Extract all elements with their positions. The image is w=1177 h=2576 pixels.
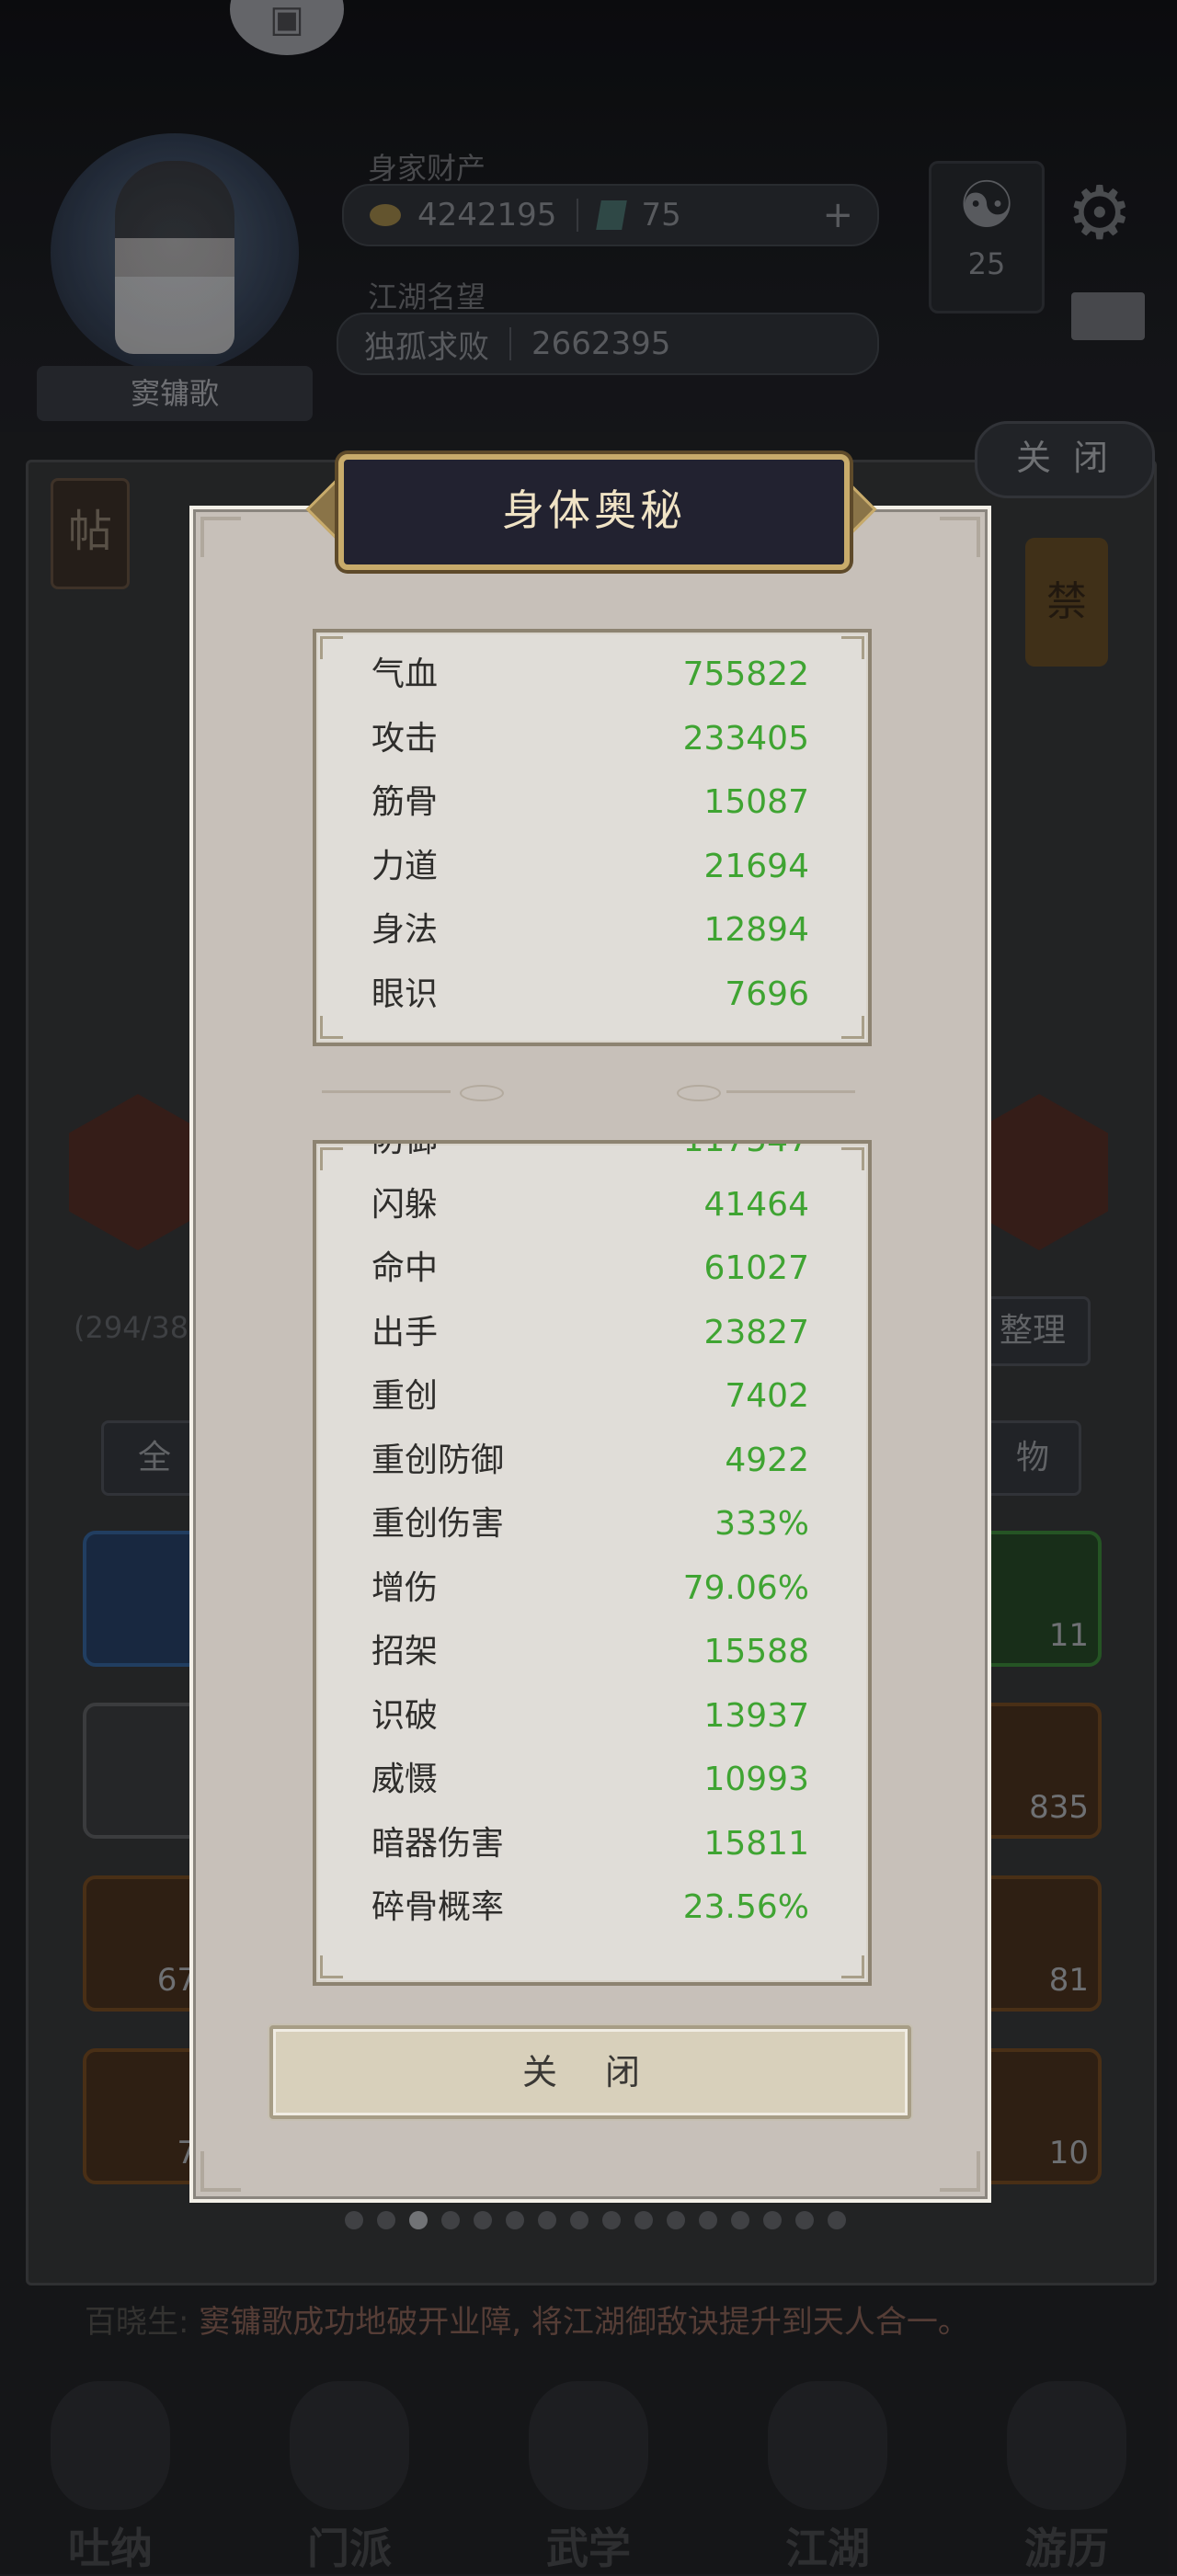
stat-name: 暗器伤害: [371, 1824, 505, 1863]
stat-value: 12894: [703, 911, 809, 949]
stat-value: 117547: [682, 1140, 809, 1159]
stat-value: 755822: [682, 655, 809, 693]
stat-value: 15588: [703, 1633, 809, 1670]
stat-row: 力道 21694: [316, 835, 868, 899]
stat-row: 闪躲 41464: [316, 1173, 868, 1237]
stat-value: 15087: [703, 783, 809, 821]
stat-name: 重创伤害: [371, 1505, 505, 1543]
stat-row: 气血 755822: [316, 643, 868, 707]
stat-row: 防御 117547: [316, 1140, 868, 1173]
stat-value: 61027: [703, 1249, 809, 1287]
stat-name: 识破: [371, 1696, 439, 1735]
frame-corner: [841, 1955, 864, 1978]
stat-row: 碎骨概率 23.56%: [316, 1875, 868, 1940]
stat-value: 7696: [725, 975, 809, 1013]
frame-corner: [320, 1955, 343, 1978]
frame-corner: [940, 2151, 980, 2192]
stat-name: 闪躲: [371, 1185, 439, 1224]
stat-value: 79.06%: [682, 1568, 809, 1607]
frame-corner: [200, 2151, 241, 2192]
stat-value: 41464: [703, 1185, 809, 1224]
primary-stats-panel: 气血 755822 攻击 233405 筋骨 15087 力道 21694 身法 12894 眼识 7…: [313, 629, 872, 1046]
stat-value: 233405: [682, 719, 809, 758]
frame-corner: [320, 636, 343, 659]
stat-row: 出手 23827: [316, 1301, 868, 1365]
frame-corner: [320, 1147, 343, 1170]
stat-name: 攻击: [371, 719, 439, 758]
stat-value: 23.56%: [682, 1888, 809, 1926]
stat-row: 暗器伤害 15811: [316, 1812, 868, 1876]
section-divider: [322, 1085, 855, 1101]
stat-value: 10993: [703, 1761, 809, 1798]
stat-name: 筋骨: [371, 783, 439, 821]
frame-corner: [320, 1016, 343, 1039]
stat-value: 13937: [703, 1696, 809, 1735]
stat-name: 眼识: [371, 975, 439, 1013]
modal-title: 身体奥秘: [338, 454, 850, 570]
frame-corner: [940, 517, 980, 557]
stat-row: 筋骨 15087: [316, 770, 868, 835]
frame-corner: [841, 1147, 864, 1170]
stat-row: 重创防御 4922: [316, 1429, 868, 1493]
stat-value: 23827: [703, 1313, 809, 1351]
stat-name: 气血: [371, 655, 439, 693]
stat-row: 威慑 10993: [316, 1748, 868, 1812]
stat-name: 招架: [371, 1633, 439, 1670]
stat-row: 增伤 79.06%: [316, 1556, 868, 1621]
frame-corner: [200, 517, 241, 557]
stat-name: 碎骨概率: [371, 1888, 505, 1926]
secondary-stats-panel[interactable]: 防御 117547 闪躲 41464 命中 61027 出手 23827 重创 7402 重创防御 4…: [313, 1140, 872, 1986]
stat-value: 4922: [725, 1441, 809, 1479]
stat-value: 21694: [703, 847, 809, 885]
stat-name: 力道: [371, 847, 439, 885]
stat-name: 重创: [371, 1377, 439, 1415]
frame-corner: [841, 636, 864, 659]
stat-value: 15811: [703, 1824, 809, 1863]
stat-row: 眼识 7696: [316, 963, 868, 1027]
stat-name: 身法: [371, 911, 439, 949]
stat-name: 威慑: [371, 1761, 439, 1798]
stat-row: 重创伤害 333%: [316, 1492, 868, 1556]
stat-row: 招架 15588: [316, 1620, 868, 1684]
close-button[interactable]: 关 闭: [269, 2025, 911, 2119]
stat-row: 攻击 233405: [316, 707, 868, 771]
frame-corner: [841, 1016, 864, 1039]
stat-name: 出手: [371, 1313, 439, 1351]
stat-name: 防御: [371, 1140, 439, 1159]
stat-value: 333%: [714, 1505, 809, 1543]
stat-value: 7402: [725, 1377, 809, 1415]
stat-row: 重创 7402: [316, 1364, 868, 1429]
stat-row: 命中 61027: [316, 1237, 868, 1301]
stat-name: 增伤: [371, 1568, 439, 1607]
stat-row: 识破 13937: [316, 1684, 868, 1749]
stat-row: 身法 12894: [316, 898, 868, 963]
stat-name: 重创防御: [371, 1441, 505, 1479]
stat-name: 命中: [371, 1249, 439, 1287]
